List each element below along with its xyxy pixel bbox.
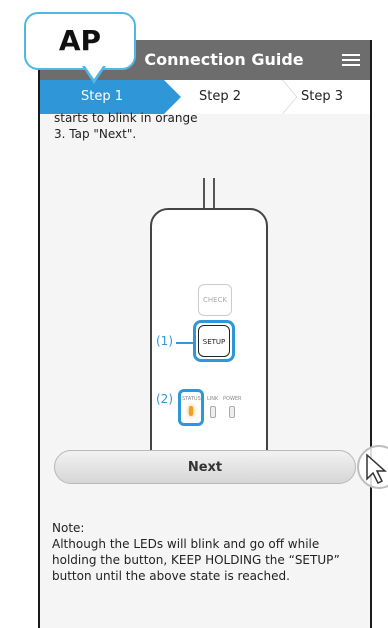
step-indicator: Step 1 Step 2 Step 3: [40, 80, 370, 114]
status-led: [189, 406, 193, 416]
step-separator: [268, 80, 269, 114]
link-led-label: LINK: [207, 396, 219, 402]
callout-2-label: (2): [156, 392, 173, 406]
next-button[interactable]: Next: [54, 450, 356, 484]
touch-cursor-icon: [357, 445, 388, 489]
link-led: [210, 406, 216, 418]
setup-button-illustration: SETUP: [198, 325, 230, 357]
note-body: Although the LEDs will blink and go off …: [52, 537, 340, 583]
app-screen: ‹ Connection Guide Step 1 Step 2 Step 3 …: [38, 40, 372, 628]
step-3-tab: Step 3: [300, 89, 343, 104]
step-2-tab: Step 2: [198, 89, 241, 104]
instruction-line-2: 3. Tap "Next".: [54, 127, 137, 141]
instruction-text: starts to blink in orange 3. Tap "Next".: [54, 110, 198, 142]
instruction-line-1: starts to blink in orange: [54, 111, 198, 125]
note-section: Note: Although the LEDs will blink and g…: [52, 520, 364, 584]
power-led-label: POWER: [223, 396, 242, 402]
check-button-illustration: CHECK: [198, 284, 232, 316]
device-cable: [203, 178, 215, 210]
ap-badge-label: AP: [58, 24, 102, 57]
callout-1-leader: [176, 342, 193, 344]
power-led: [229, 406, 235, 418]
hamburger-menu-icon[interactable]: [342, 51, 360, 69]
callout-1-label: (1): [156, 334, 173, 348]
status-led-label: STATUS: [182, 396, 201, 402]
step-1-tab: Step 1: [40, 80, 181, 114]
note-heading: Note:: [52, 521, 85, 535]
